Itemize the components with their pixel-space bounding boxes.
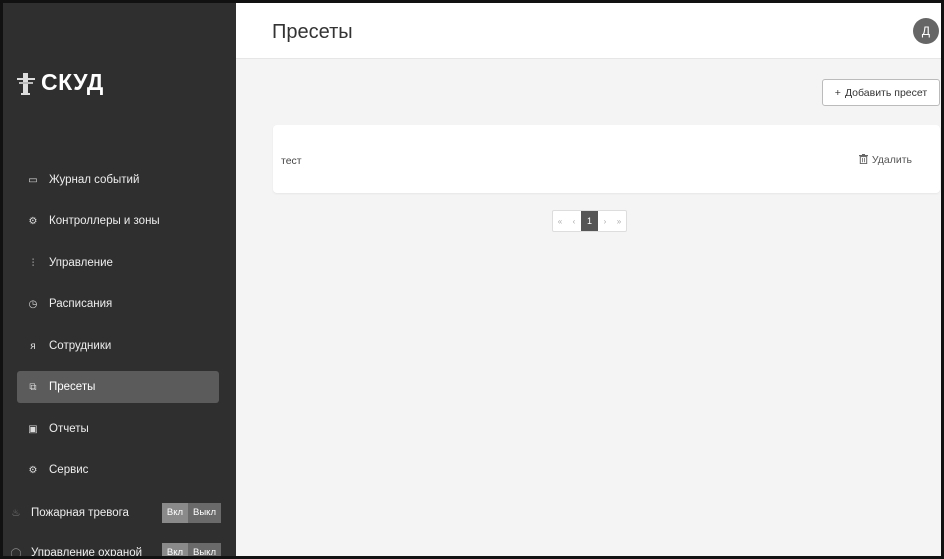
preset-name: тест bbox=[281, 155, 302, 167]
security-toggle-row: ◯ Управление охраной Вкл Выкл bbox=[9, 542, 221, 559]
presets-icon: ⧉ bbox=[29, 381, 37, 393]
clock-icon: ◷ bbox=[28, 298, 38, 310]
sidebar-item-label: Журнал событий bbox=[49, 174, 140, 186]
security-on-button[interactable]: Вкл bbox=[161, 543, 189, 556]
last-page-button[interactable]: » bbox=[612, 211, 626, 231]
sidebar-item-events[interactable]: ▭ Журнал событий bbox=[17, 164, 219, 196]
report-icon: ▣ bbox=[28, 423, 38, 435]
add-preset-button[interactable]: + Добавить пресет bbox=[822, 79, 940, 106]
page-1-button[interactable]: 1 bbox=[581, 211, 598, 231]
sidebar-item-label: Отчеты bbox=[49, 423, 89, 435]
preset-card: тест Удалить bbox=[273, 125, 940, 193]
sidebar-item-label: Расписания bbox=[49, 298, 113, 310]
sidebar-item-schedules[interactable]: ◷ Расписания bbox=[17, 288, 219, 320]
sidebar-item-label: Сервис bbox=[49, 464, 89, 476]
sidebar-item-label: Сотрудники bbox=[49, 340, 112, 352]
add-preset-label: Добавить пресет bbox=[844, 86, 928, 99]
monitor-icon: ▭ bbox=[28, 174, 38, 186]
page-title: Пресеты bbox=[272, 21, 353, 43]
users-icon: ᴙ bbox=[30, 340, 36, 352]
logo[interactable]: СКУД bbox=[15, 69, 104, 96]
app-window: СКУД ▭ Журнал событий ⚙ Контроллеры и зо… bbox=[0, 0, 944, 559]
delete-label: Удалить bbox=[871, 154, 912, 166]
sidebar-item-employees[interactable]: ᴙ Сотрудники bbox=[17, 330, 219, 362]
fire-alarm-off-button[interactable]: Выкл bbox=[188, 503, 221, 523]
security-label: Управление охраной bbox=[31, 547, 143, 559]
sliders-icon: ⫶ bbox=[31, 257, 35, 269]
fire-icon: ♨ bbox=[11, 507, 21, 519]
first-page-button[interactable]: « bbox=[553, 211, 567, 231]
sidebar-item-label: Контроллеры и зоны bbox=[49, 215, 160, 227]
fire-alarm-toggle-row: ♨ Пожарная тревога Вкл Выкл bbox=[9, 502, 221, 524]
security-off-button[interactable]: Выкл bbox=[188, 543, 221, 556]
pagination: « ‹ 1 › » bbox=[552, 210, 627, 232]
delete-preset-button[interactable]: Удалить bbox=[858, 154, 912, 166]
fire-alarm-toggle: Вкл Выкл bbox=[161, 503, 221, 523]
avatar[interactable]: Д bbox=[913, 18, 939, 44]
next-page-button[interactable]: › bbox=[598, 211, 612, 231]
trash-icon bbox=[858, 154, 868, 166]
fire-alarm-on-button[interactable]: Вкл bbox=[161, 503, 189, 523]
sidebar-item-reports[interactable]: ▣ Отчеты bbox=[17, 413, 219, 445]
security-toggle: Вкл Выкл bbox=[161, 543, 221, 556]
sidebar-item-presets[interactable]: ⧉ Пресеты bbox=[17, 371, 219, 403]
shield-icon: ◯ bbox=[10, 547, 22, 559]
turnstile-icon bbox=[15, 70, 37, 96]
sidebar-item-label: Пресеты bbox=[49, 381, 96, 393]
header: Пресеты Д bbox=[236, 3, 941, 59]
sidebar-item-controllers[interactable]: ⚙ Контроллеры и зоны bbox=[17, 205, 219, 237]
sidebar-item-management[interactable]: ⫶ Управление bbox=[17, 247, 219, 279]
service-icon: ⚙ bbox=[28, 464, 38, 476]
sidebar-item-label: Управление bbox=[49, 257, 113, 269]
sidebar-item-service[interactable]: ⚙ Сервис bbox=[17, 454, 219, 486]
sidebar: СКУД ▭ Журнал событий ⚙ Контроллеры и зо… bbox=[3, 3, 236, 559]
logo-text: СКУД bbox=[41, 69, 104, 95]
chip-icon: ⚙ bbox=[28, 215, 38, 227]
prev-page-button[interactable]: ‹ bbox=[567, 211, 581, 231]
fire-alarm-label: Пожарная тревога bbox=[31, 507, 129, 519]
plus-icon: + bbox=[834, 86, 841, 99]
